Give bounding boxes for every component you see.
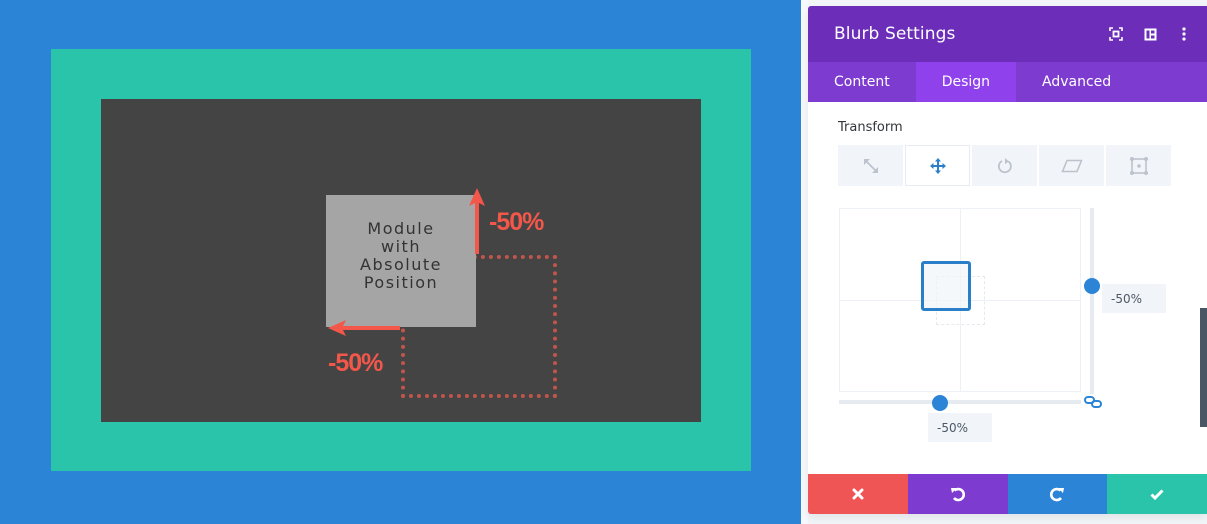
more-options-button[interactable] (1167, 17, 1201, 51)
save-button[interactable] (1107, 474, 1207, 514)
panel-footer (808, 474, 1207, 514)
redo-icon (1050, 487, 1065, 502)
panel-title: Blurb Settings (834, 24, 956, 44)
undo-icon (950, 487, 965, 502)
translate-pad[interactable] (839, 208, 1081, 392)
settings-panel: Blurb Settings Content Design Advanced T… (808, 6, 1207, 514)
translate-y-slider[interactable] (1090, 208, 1094, 394)
builder-canvas: Module with Absolute Position -50% -50% (0, 0, 801, 524)
translate-y-input[interactable]: -50% (1102, 284, 1166, 313)
sidebar-layout-icon (1144, 28, 1156, 40)
close-icon (852, 488, 864, 500)
translate-x-thumb[interactable] (932, 395, 948, 411)
tab-advanced[interactable]: Advanced (1016, 62, 1137, 102)
transform-tab-origin[interactable] (1106, 145, 1171, 186)
move-icon (929, 157, 946, 174)
section-title: Transform (838, 120, 903, 135)
panel-tabs: Content Design Advanced (808, 62, 1207, 102)
check-icon (1150, 488, 1164, 500)
skew-icon (1060, 159, 1083, 172)
transform-origin-icon (1129, 156, 1148, 175)
panel-scrollbar[interactable] (1200, 308, 1207, 427)
arrow-up-icon (469, 188, 485, 254)
translate-handle[interactable] (921, 261, 971, 311)
arrow-left-icon (328, 320, 400, 336)
link-icon[interactable] (1084, 395, 1102, 409)
transform-tab-scale[interactable] (838, 145, 903, 186)
translate-x-slider[interactable] (839, 400, 1081, 404)
horizontal-offset-label: -50% (328, 349, 383, 377)
discard-button[interactable] (808, 474, 908, 514)
tab-design[interactable]: Design (915, 62, 1017, 102)
undo-button[interactable] (907, 474, 1008, 514)
focus-mode-icon (1109, 27, 1123, 41)
vertical-offset-label: -50% (489, 208, 544, 236)
divider (801, 0, 808, 524)
translate-x-input[interactable]: -50% (928, 413, 992, 442)
transform-tab-translate[interactable] (905, 145, 970, 186)
redo-button[interactable] (1007, 474, 1108, 514)
scale-icon (863, 158, 878, 173)
transform-tabs (838, 145, 1171, 186)
focus-mode-button[interactable] (1099, 17, 1133, 51)
panel-header[interactable]: Blurb Settings (808, 6, 1207, 62)
tab-content[interactable]: Content (808, 62, 916, 102)
more-options-icon (1182, 27, 1186, 41)
transform-tab-rotate[interactable] (972, 145, 1037, 186)
sidebar-layout-button[interactable] (1133, 17, 1167, 51)
rotate-icon (997, 157, 1012, 173)
annotation-arrows (328, 188, 485, 336)
translate-y-thumb[interactable] (1084, 278, 1100, 294)
transform-tab-skew[interactable] (1039, 145, 1104, 186)
